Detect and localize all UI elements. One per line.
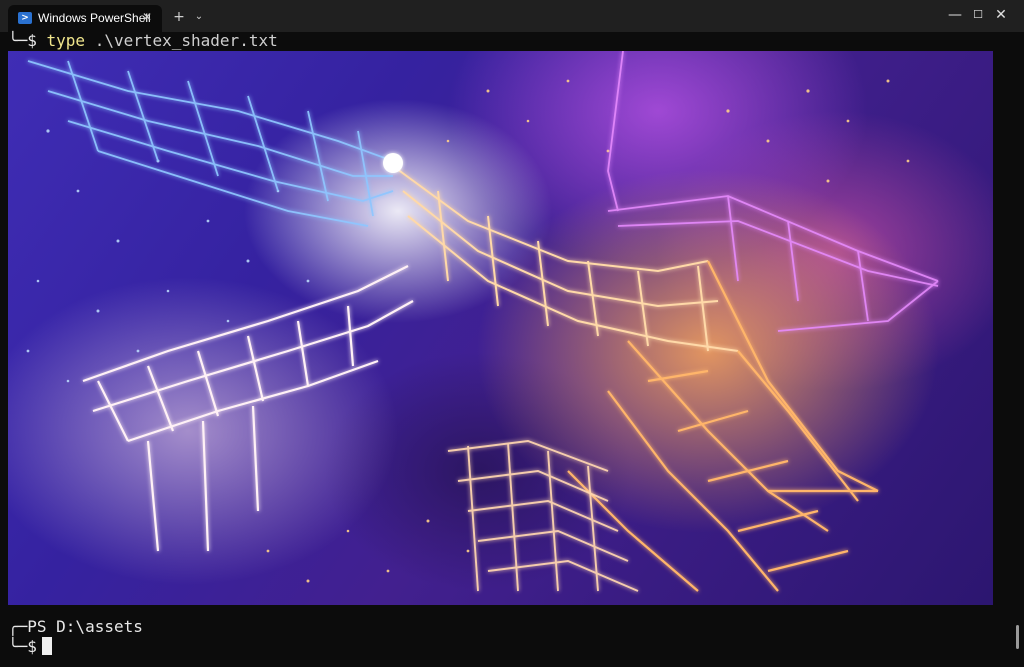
prompt-prefix: ╰─$ — [8, 31, 47, 50]
close-tab-icon[interactable]: ✕ — [140, 10, 154, 24]
title-bar[interactable]: > Windows PowerShell ✕ + ⌄ — ☐ ✕ — [0, 0, 1024, 32]
prompt-symbol: ╰─$ — [8, 637, 47, 656]
terminal-window: > Windows PowerShell ✕ + ⌄ — ☐ ✕ ╰─$ typ… — [0, 0, 1024, 667]
tab-windows-powershell[interactable]: > Windows PowerShell ✕ — [8, 5, 162, 32]
command-keyword: type — [46, 31, 86, 50]
input-line[interactable]: ╰─$ — [8, 637, 47, 657]
rendered-image — [8, 51, 993, 605]
new-tab-icon[interactable]: + — [170, 8, 188, 26]
command-line: ╰─$ type .\vertex_shader.txt — [8, 31, 278, 51]
powershell-icon: > — [18, 12, 32, 24]
tab-title: Windows PowerShell — [38, 11, 151, 25]
prompt-path: PS D:\assets — [27, 617, 143, 636]
command-argument: .\vertex_shader.txt — [85, 31, 278, 50]
prompt-line: ╭─PS D:\assets — [8, 617, 143, 637]
chevron-down-icon[interactable]: ⌄ — [191, 8, 207, 26]
text-cursor[interactable] — [42, 637, 52, 655]
scrollbar[interactable] — [1016, 625, 1019, 649]
prompt-corner-top: ╭─ — [8, 617, 28, 636]
close-window-icon[interactable]: ✕ — [978, 0, 1024, 30]
wireframe-star-render — [26, 51, 939, 592]
